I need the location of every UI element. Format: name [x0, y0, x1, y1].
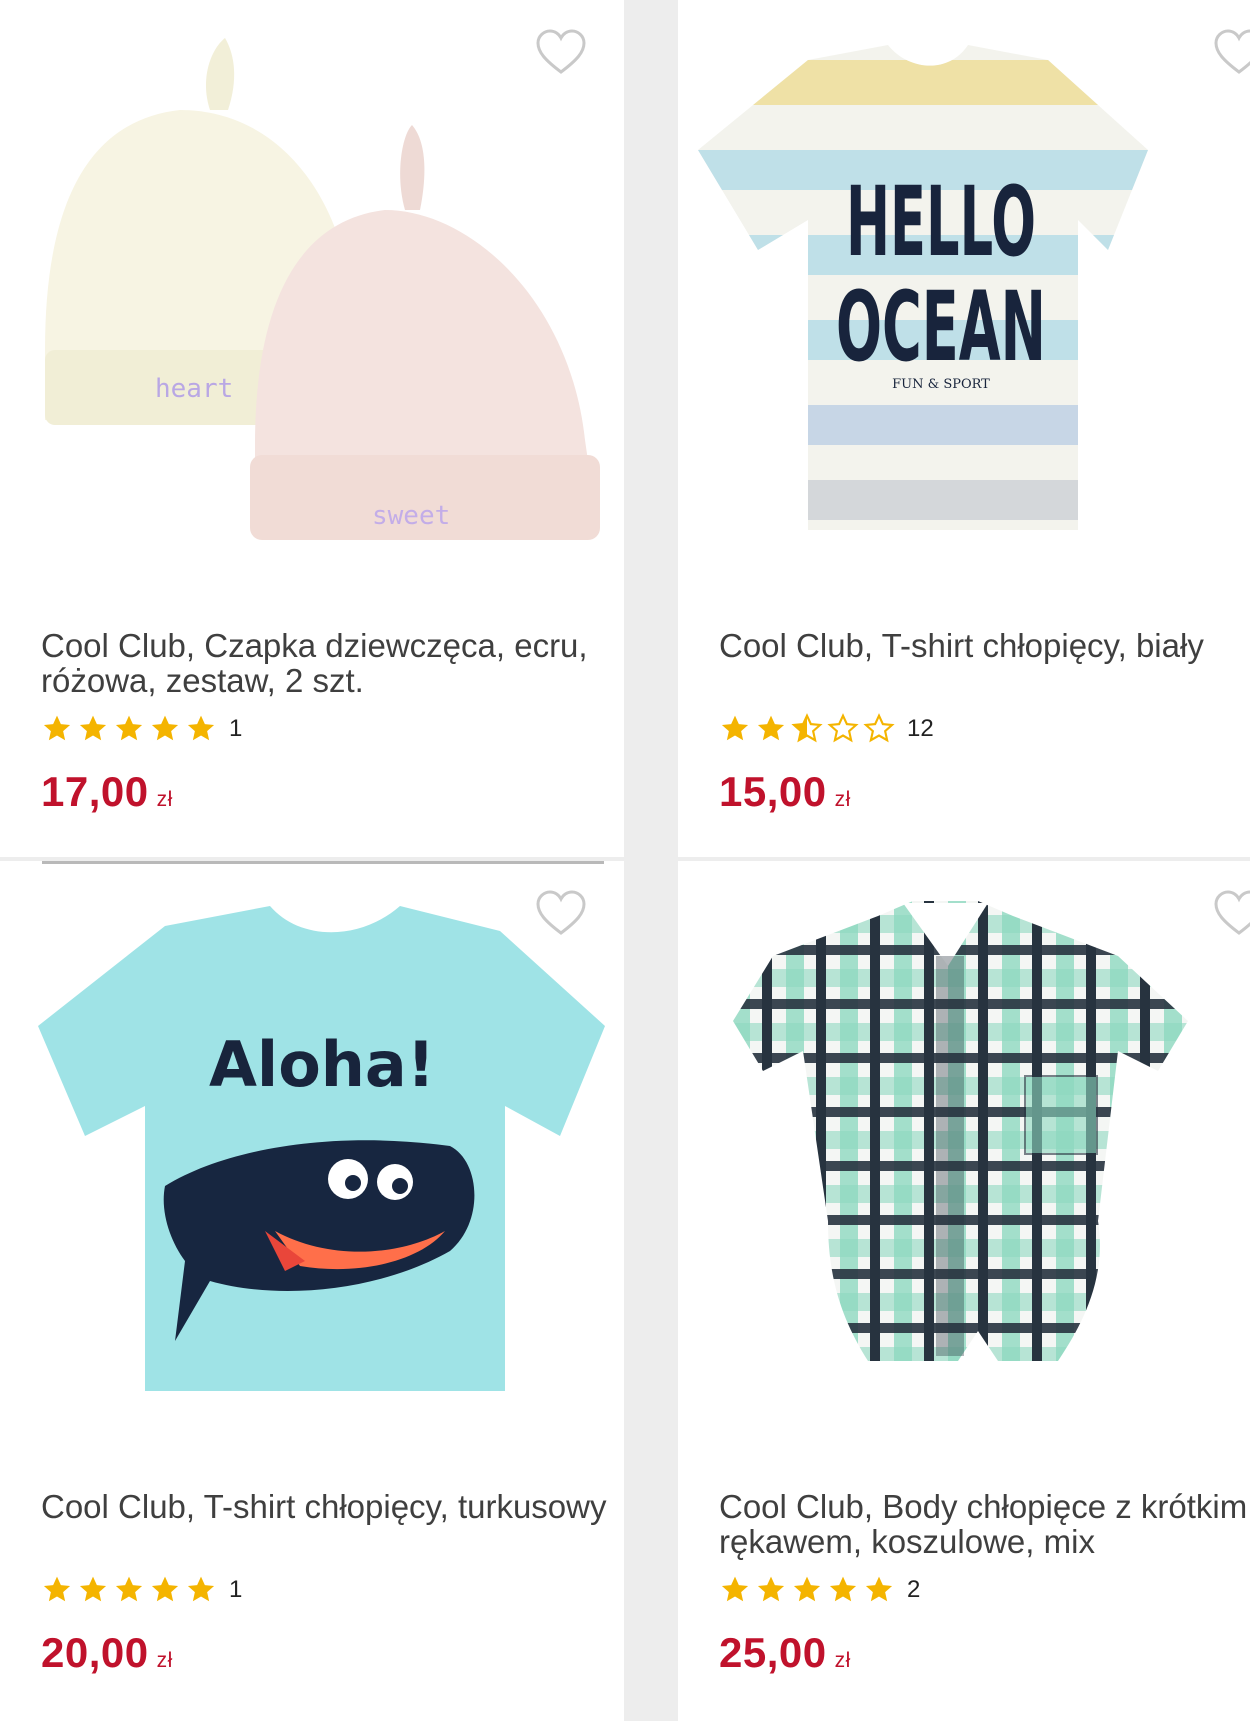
star-full-icon [827, 1574, 859, 1606]
review-count[interactable]: 1 [229, 715, 242, 743]
star-full-icon [755, 1574, 787, 1606]
product-rating: 12 [719, 712, 934, 746]
favorite-heart-icon[interactable] [535, 28, 587, 76]
star-full-icon [41, 1574, 73, 1606]
product-image[interactable]: HELLO OCEAN FUN & SPORT [678, 0, 1250, 600]
price-currency: zł [834, 788, 851, 811]
review-count[interactable]: 12 [907, 715, 934, 743]
product-rating: 1 [41, 712, 242, 746]
product-title[interactable]: Cool Club, Body chłopięce z krótkim ręka… [719, 1489, 1250, 1559]
star-full-icon [41, 713, 73, 745]
star-full-icon [185, 1574, 217, 1606]
product-title[interactable]: Cool Club, Czapka dziewczęca, ecru, różo… [41, 628, 624, 698]
product-price: 25,00 zł [719, 1629, 851, 1677]
product-price: 15,00 zł [719, 768, 851, 816]
star-full-icon [113, 1574, 145, 1606]
price-currency: zł [156, 1649, 173, 1672]
product-image[interactable] [678, 861, 1250, 1461]
product-title[interactable]: Cool Club, T-shirt chłopięcy, turkusowy [41, 1489, 624, 1524]
star-full-icon [149, 1574, 181, 1606]
star-full-icon [149, 713, 181, 745]
star-full-icon [719, 1574, 751, 1606]
product-rating: 2 [719, 1573, 920, 1607]
product-title-text: Cool Club, Body chłopięce z krótkim ręka… [719, 1488, 1248, 1560]
tshirt-print-small: FUN & SPORT [892, 377, 990, 392]
tshirt-print-line1: HELLO [846, 166, 1036, 278]
price-value: 20,00 [41, 1629, 149, 1676]
star-half-icon [791, 713, 823, 745]
price-value: 15,00 [719, 768, 827, 815]
hat-print-sweet: sweet [372, 501, 450, 531]
review-count[interactable]: 1 [229, 1576, 242, 1604]
star-empty-icon [863, 713, 895, 745]
favorite-heart-icon[interactable] [1213, 889, 1250, 937]
product-card[interactable]: Aloha! Cool Club, T-shirt chłopięcy, tur… [0, 861, 624, 1721]
hat-print-heart: heart [155, 374, 233, 404]
price-currency: zł [156, 788, 173, 811]
price-currency: zł [834, 1649, 851, 1672]
review-count[interactable]: 2 [907, 1576, 920, 1604]
tshirt-print-line2: OCEAN [836, 271, 1046, 383]
favorite-heart-icon[interactable] [1213, 28, 1250, 76]
product-image[interactable]: Aloha! [0, 861, 624, 1461]
star-full-icon [113, 713, 145, 745]
star-full-icon [791, 1574, 823, 1606]
star-full-icon [77, 713, 109, 745]
product-rating: 1 [41, 1573, 242, 1607]
product-card[interactable]: HELLO OCEAN FUN & SPORT Cool Club, T-shi… [678, 0, 1250, 857]
star-full-icon [719, 713, 751, 745]
favorite-heart-icon[interactable] [535, 889, 587, 937]
product-price: 20,00 zł [41, 1629, 173, 1677]
price-value: 17,00 [41, 768, 149, 815]
product-price: 17,00 zł [41, 768, 173, 816]
star-full-icon [185, 713, 217, 745]
product-image[interactable]: heart sweet [0, 0, 624, 600]
price-value: 25,00 [719, 1629, 827, 1676]
product-card[interactable]: Cool Club, Body chłopięce z krótkim ręka… [678, 861, 1250, 1721]
tshirt-print-aloha: Aloha! [209, 1028, 435, 1101]
star-empty-icon [827, 713, 859, 745]
product-title[interactable]: Cool Club, T-shirt chłopięcy, biały [719, 628, 1250, 663]
star-full-icon [755, 713, 787, 745]
product-card[interactable]: heart sweet Cool Club, Czapka dziewczęca… [0, 0, 624, 857]
star-full-icon [863, 1574, 895, 1606]
star-full-icon [77, 1574, 109, 1606]
